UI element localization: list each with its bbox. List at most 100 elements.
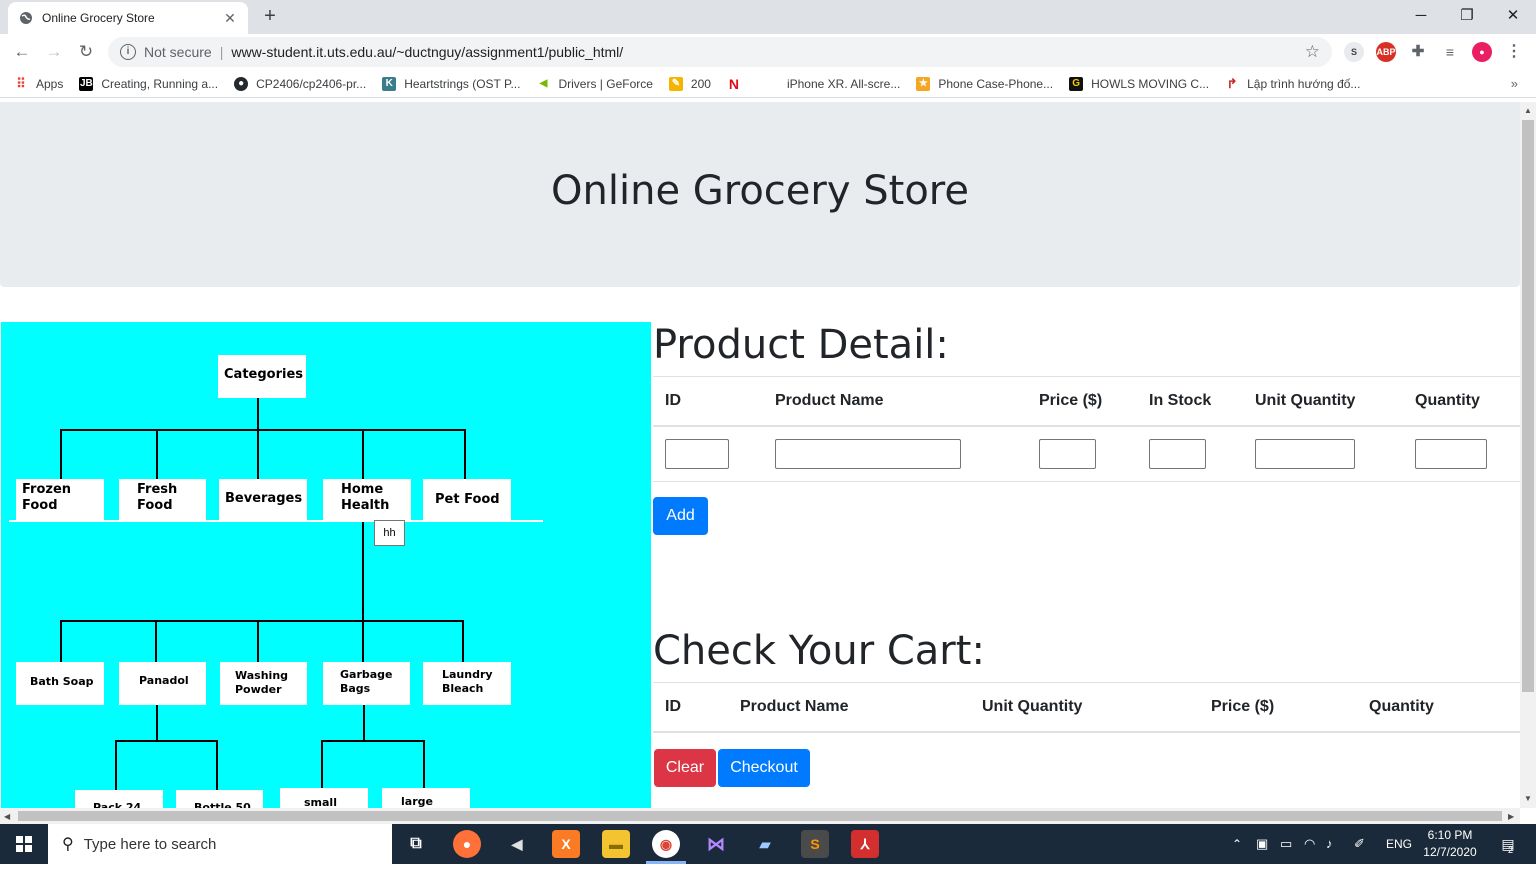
page-header: Online Grocery Store <box>0 102 1520 287</box>
checkout-button[interactable]: Checkout <box>718 749 810 787</box>
bookmark-item[interactable]: ↱ Lập trình hướng đố... <box>1225 75 1360 91</box>
acrobat-icon[interactable]: ⅄ <box>851 830 879 858</box>
bookmark-item[interactable]: G HOWLS MOVING C... <box>1069 76 1209 91</box>
category-box: Beverages <box>219 479 307 521</box>
add-button[interactable]: Add <box>653 497 708 535</box>
product-name-input[interactable] <box>775 438 961 469</box>
bookmark-apps[interactable]: ⠿ Apps <box>14 76 63 91</box>
scroll-right-icon[interactable]: ▶ <box>1508 812 1514 821</box>
notifications-icon[interactable]: ▤ 2 <box>1496 824 1520 864</box>
arrow-icon: ↱ <box>1225 75 1240 91</box>
xampp-icon[interactable]: X <box>552 830 580 858</box>
adblock-icon[interactable]: ABP <box>1376 42 1396 62</box>
column-header: Price ($) <box>1199 682 1357 733</box>
variant-box: Pack 24 <box>75 790 163 808</box>
bookmark-item[interactable]: iPhone XR. All-scre... <box>764 76 900 91</box>
info-icon[interactable]: i <box>120 44 136 60</box>
profile-avatar[interactable]: ● <box>1472 42 1492 62</box>
connector-line <box>60 429 62 479</box>
tray-app-icon[interactable]: ▣ <box>1256 824 1268 864</box>
pen-icon[interactable]: ✐ <box>1354 824 1365 864</box>
extensions-puzzle-icon[interactable]: ✚ <box>1408 42 1428 62</box>
chrome-icon[interactable]: ◉ <box>652 830 680 858</box>
reading-list-icon[interactable]: ≡ <box>1440 42 1460 62</box>
wifi-icon[interactable]: ◠ <box>1304 824 1315 864</box>
bookmarks-overflow-icon[interactable]: » <box>1511 76 1518 91</box>
url-text[interactable]: www-student.it.uts.edu.au/~ductnguy/assi… <box>231 44 1304 60</box>
sublime-text-icon[interactable]: S <box>801 830 829 858</box>
language-indicator[interactable]: ENG <box>1386 824 1412 864</box>
pencil-icon: ✎ <box>668 76 683 91</box>
connector-line <box>321 740 323 788</box>
firefox-icon[interactable]: ● <box>453 830 481 858</box>
unit-quantity-input[interactable] <box>1255 438 1355 469</box>
address-bar[interactable]: i Not secure | www-student.it.uts.edu.au… <box>108 37 1332 67</box>
connector-line <box>60 620 464 622</box>
volume-icon[interactable]: ♪ <box>1326 824 1333 864</box>
id-input[interactable] <box>665 438 729 469</box>
bookmark-item[interactable]: JB Creating, Running a... <box>79 76 218 91</box>
clock[interactable]: 6:10 PM 12/7/2020 <box>1412 827 1488 861</box>
vertical-scrollbar[interactable]: ▲ ▼ <box>1520 102 1536 808</box>
price-input[interactable] <box>1039 438 1096 469</box>
bookmark-site-icon: K <box>382 76 397 91</box>
netflix-icon: N <box>726 75 741 92</box>
scroll-left-icon[interactable]: ◀ <box>4 812 10 821</box>
horizontal-scrollbar[interactable]: ◀ ▶ <box>0 808 1520 824</box>
connector-line <box>115 740 217 742</box>
menu-kebab-icon[interactable]: ⋮ <box>1504 42 1524 62</box>
page-title: Online Grocery Store <box>551 168 969 214</box>
bookmark-item[interactable]: ◀ Drivers | GeForce <box>536 76 653 91</box>
column-header: Product Name <box>763 376 1027 427</box>
visual-studio-icon[interactable]: ⋈ <box>702 830 730 858</box>
forward-button[interactable]: → <box>42 40 66 64</box>
table-cell <box>1243 425 1403 482</box>
search-placeholder: Type here to search <box>83 835 217 853</box>
page-viewport: Online Grocery Store Categories Frozen F… <box>0 102 1520 808</box>
extension-s-icon[interactable]: S <box>1344 42 1364 62</box>
search-icon: ⚲ <box>62 836 74 853</box>
security-label: Not secure <box>144 44 212 60</box>
column-header: Unit Quantity <box>1243 376 1403 427</box>
in-stock-input[interactable] <box>1149 438 1206 469</box>
nvidia-icon: ◀ <box>536 76 551 91</box>
notepad-icon[interactable]: ▰ <box>751 830 779 858</box>
taskbar-search[interactable]: ⚲ Type here to search <box>48 824 392 864</box>
category-box: Home Health <box>323 479 411 521</box>
separator: | <box>219 44 224 60</box>
clear-button[interactable]: Clear <box>654 749 716 787</box>
scroll-thumb[interactable] <box>1522 120 1534 692</box>
tab-close-icon[interactable]: ✕ <box>222 10 238 27</box>
bookmark-item[interactable]: K Heartstrings (OST P... <box>382 76 520 91</box>
bookmark-site-icon: ★ <box>916 76 931 91</box>
column-header: Quantity <box>1357 682 1520 733</box>
table-cell <box>653 425 763 482</box>
scroll-thumb[interactable] <box>18 811 1502 821</box>
windows-start-icon[interactable] <box>0 824 48 864</box>
quantity-input[interactable] <box>1415 438 1487 469</box>
task-view-icon[interactable]: ⧉ <box>402 830 430 858</box>
bookmark-star-icon[interactable]: ☆ <box>1305 42 1320 62</box>
subcategory-box: Laundry Bleach <box>423 662 511 705</box>
scroll-down-icon[interactable]: ▼ <box>1524 794 1532 803</box>
file-explorer-icon[interactable]: ▬ <box>602 830 630 858</box>
close-window-button[interactable]: ✕ <box>1490 4 1536 28</box>
restore-button[interactable]: ❐ <box>1444 4 1490 28</box>
column-header: ID <box>653 682 728 733</box>
tray-chevron-icon[interactable]: ⌃ <box>1232 824 1242 864</box>
new-tab-button[interactable]: + <box>258 5 282 28</box>
back-button[interactable]: ← <box>10 40 34 64</box>
connector-line <box>321 740 425 742</box>
table-cell <box>1403 425 1520 482</box>
scroll-up-icon[interactable]: ▲ <box>1524 106 1532 115</box>
reload-button[interactable]: ↻ <box>74 40 98 64</box>
bookmark-item[interactable]: N <box>726 75 749 92</box>
browser-tab[interactable]: Online Grocery Store ✕ <box>8 2 248 34</box>
table-header-row: ID Product Name Price ($) In Stock Unit … <box>653 376 1520 427</box>
bookmark-item[interactable]: ✎ 200 <box>668 76 711 91</box>
app-arrow-icon[interactable]: ◀ <box>503 830 531 858</box>
minimize-button[interactable]: ─ <box>1398 4 1444 28</box>
bookmark-item[interactable]: ● CP2406/cp2406-pr... <box>234 76 366 91</box>
bookmark-item[interactable]: ★ Phone Case-Phone... <box>916 76 1053 91</box>
battery-icon[interactable]: ▭ <box>1280 824 1292 864</box>
